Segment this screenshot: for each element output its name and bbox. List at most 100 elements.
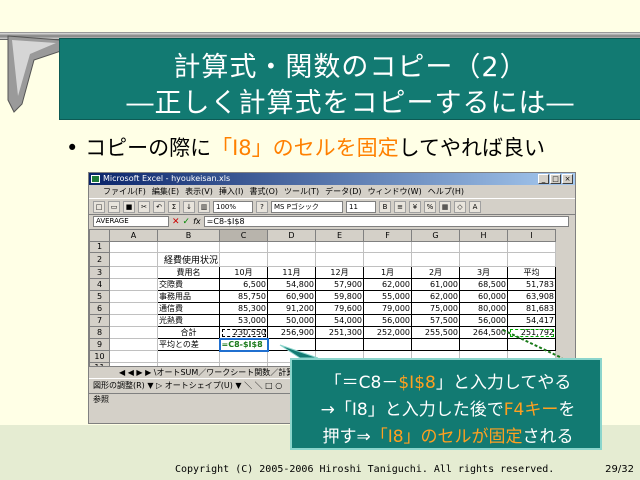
bold-icon[interactable]: B [379, 200, 391, 213]
new-icon[interactable]: □ [93, 200, 105, 213]
data-cell[interactable]: 60,900 [267, 290, 317, 303]
cell[interactable] [109, 266, 158, 279]
total-cell[interactable]: 255,500 [411, 326, 461, 339]
cell[interactable] [315, 252, 365, 267]
data-cell[interactable]: 79,600 [315, 302, 365, 315]
close-button[interactable]: × [562, 174, 573, 184]
col-header[interactable]: B [156, 229, 221, 242]
cell[interactable] [411, 240, 461, 253]
header-cell[interactable]: 平均 [507, 266, 557, 279]
data-cell[interactable]: 50,000 [267, 314, 317, 327]
cell[interactable] [315, 240, 365, 253]
data-cell[interactable] [315, 338, 365, 351]
total-cell[interactable]: 256,900 [267, 326, 317, 339]
cell[interactable] [219, 252, 269, 267]
data-cell[interactable]: 6,500 [219, 278, 269, 291]
menu-tools[interactable]: ツール(T) [284, 186, 319, 197]
data-cell[interactable]: 61,000 [411, 278, 461, 291]
data-cell[interactable]: 57,900 [315, 278, 365, 291]
row-header[interactable]: 8 [89, 326, 110, 339]
menu-file[interactable]: ファイル(F) [103, 186, 146, 197]
total-cell[interactable]: 230,550 [219, 326, 269, 339]
cell[interactable] [109, 278, 158, 291]
data-cell[interactable]: 51,783 [507, 278, 557, 291]
row-header[interactable]: 1 [89, 240, 110, 253]
data-cell[interactable]: 54,800 [267, 278, 317, 291]
cell[interactable] [156, 350, 221, 363]
cell[interactable] [363, 252, 413, 267]
row-header[interactable]: 9 [89, 338, 110, 351]
data-cell[interactable]: 54,000 [315, 314, 365, 327]
cell[interactable] [507, 240, 557, 253]
menu-view[interactable]: 表示(V) [185, 186, 213, 197]
data-cell[interactable] [267, 338, 317, 351]
data-cell[interactable]: 55,000 [363, 290, 413, 303]
row-header[interactable]: 10 [89, 350, 110, 363]
header-cell[interactable]: 12月 [315, 266, 365, 279]
data-cell[interactable] [411, 338, 461, 351]
data-cell[interactable]: 53,000 [219, 314, 269, 327]
row-header[interactable]: 4 [89, 278, 110, 291]
row-header[interactable]: 5 [89, 290, 110, 303]
cancel-icon[interactable]: ✕ [172, 217, 180, 227]
col-header[interactable]: C [219, 229, 269, 242]
col-header[interactable]: A [109, 229, 158, 242]
header-cell[interactable]: 3月 [459, 266, 509, 279]
header-cell[interactable]: 11月 [267, 266, 317, 279]
cell[interactable] [109, 252, 158, 267]
fill-color-icon[interactable]: ◇ [454, 200, 466, 213]
row-header[interactable]: 7 [89, 314, 110, 327]
data-cell[interactable]: 63,908 [507, 290, 557, 303]
data-cell[interactable]: 57,500 [411, 314, 461, 327]
data-cell[interactable]: 交際費 [156, 278, 221, 291]
average-total-cell[interactable]: 251,792 [507, 326, 557, 339]
data-cell[interactable]: 54,417 [507, 314, 557, 327]
cell[interactable] [109, 302, 158, 315]
data-cell[interactable]: 光熱費 [156, 314, 221, 327]
header-cell[interactable]: 1月 [363, 266, 413, 279]
align-left-icon[interactable]: ≡ [394, 200, 406, 213]
open-icon[interactable]: ▭ [108, 200, 120, 213]
total-cell[interactable]: 264,500 [459, 326, 509, 339]
menu-data[interactable]: データ(D) [325, 186, 361, 197]
row-header[interactable]: 3 [89, 266, 110, 279]
data-cell[interactable]: 59,800 [315, 290, 365, 303]
total-label-cell[interactable]: 合計 [156, 326, 221, 339]
save-icon[interactable]: ■ [123, 200, 135, 213]
row-header[interactable]: 6 [89, 302, 110, 315]
data-cell[interactable]: 56,000 [459, 314, 509, 327]
cell[interactable] [219, 240, 269, 253]
cell[interactable] [109, 240, 158, 253]
menu-edit[interactable]: 編集(E) [152, 186, 179, 197]
cell[interactable] [267, 240, 317, 253]
menu-window[interactable]: ウィンドウ(W) [368, 186, 422, 197]
cell[interactable] [507, 252, 557, 267]
cell[interactable] [109, 338, 158, 351]
col-header[interactable]: F [363, 229, 413, 242]
col-header[interactable]: I [507, 229, 557, 242]
cell[interactable] [156, 240, 221, 253]
cell[interactable] [267, 252, 317, 267]
help-icon[interactable]: ? [256, 200, 268, 213]
col-header[interactable]: G [411, 229, 461, 242]
maximize-button[interactable]: □ [550, 174, 561, 184]
cut-icon[interactable]: ✂ [138, 200, 150, 213]
header-cell[interactable]: 費用名 [156, 266, 221, 279]
autosum-icon[interactable]: Σ [168, 200, 180, 213]
font-select[interactable]: MS Pゴシック [271, 200, 343, 213]
chart-icon[interactable]: ▥ [198, 200, 210, 213]
cell[interactable] [109, 290, 158, 303]
data-cell[interactable] [459, 338, 509, 351]
diff-label-cell[interactable]: 平均との差 [156, 338, 221, 351]
sort-ascending-icon[interactable]: ↓ [183, 200, 195, 213]
data-cell[interactable]: 85,300 [219, 302, 269, 315]
data-cell[interactable]: 60,000 [459, 290, 509, 303]
header-cell[interactable]: 2月 [411, 266, 461, 279]
currency-icon[interactable]: ¥ [409, 200, 421, 213]
cell[interactable] [459, 252, 509, 267]
data-cell[interactable]: 91,200 [267, 302, 317, 315]
cell[interactable] [363, 240, 413, 253]
active-edit-cell[interactable]: =C8-$I$8 [218, 337, 269, 352]
sheet-title-cell[interactable]: 経費使用状況 [156, 252, 221, 267]
zoom-select[interactable]: 100% [213, 200, 253, 213]
